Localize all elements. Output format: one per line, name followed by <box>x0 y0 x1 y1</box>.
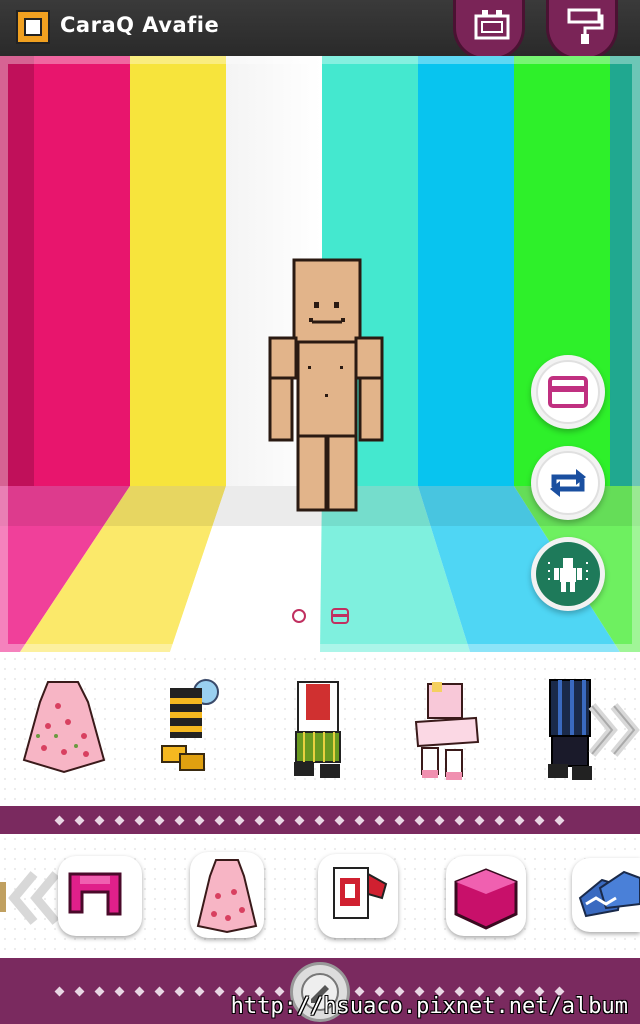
page-indicator-outfit[interactable] <box>290 607 308 625</box>
category-hat[interactable] <box>446 856 526 936</box>
app-title: CaraQ Avafie <box>60 13 220 37</box>
watermark-text: http://hsuaco.pixnet.net/album <box>230 994 628 1019</box>
avatar-figure <box>268 258 384 512</box>
shirt-icon <box>333 867 388 919</box>
clothing-item-bee-costume[interactable] <box>156 676 228 780</box>
category-dress[interactable] <box>190 852 264 938</box>
figure-icon <box>548 558 588 592</box>
clothing-item-pink-floral-dress[interactable] <box>18 676 110 776</box>
avatar-face-icon <box>16 10 50 44</box>
rotate-icon <box>550 469 586 497</box>
wardrobe-icon <box>474 10 510 40</box>
category-shoes[interactable] <box>572 858 640 932</box>
chair-icon <box>68 872 122 916</box>
paint-roller-icon <box>567 8 604 44</box>
category-furniture[interactable] <box>58 856 142 936</box>
separator-strip <box>0 806 640 834</box>
category-shirt[interactable] <box>318 854 398 938</box>
page-indicator-card[interactable] <box>330 607 350 625</box>
dress-icon <box>196 859 258 934</box>
wardrobe-button[interactable] <box>453 0 525 60</box>
previous-categories-arrow-icon[interactable] <box>0 870 60 926</box>
clothing-item-pink-tutu-outfit[interactable] <box>412 678 482 782</box>
card-icon <box>548 376 588 408</box>
paint-roller-button[interactable] <box>546 0 618 60</box>
app-header: CaraQ Avafie <box>0 0 640 56</box>
clothing-item-green-striped-outfit[interactable] <box>288 676 350 782</box>
next-items-arrow-icon[interactable] <box>586 702 640 758</box>
outfit-card-button[interactable] <box>531 355 605 429</box>
shoes-icon <box>578 870 640 918</box>
rotate-button[interactable] <box>531 446 605 520</box>
hat-icon <box>454 868 518 930</box>
dance-button[interactable] <box>531 537 605 611</box>
